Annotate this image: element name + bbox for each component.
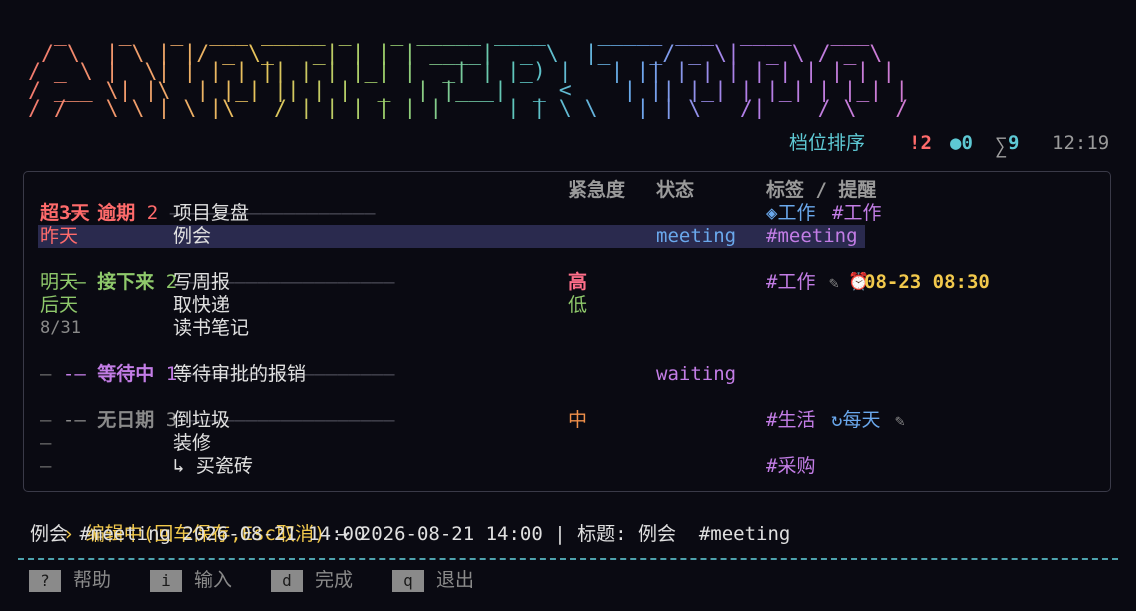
row-reminder: 08-23 08:30 xyxy=(864,271,990,293)
row-date: 超3天 xyxy=(40,202,90,224)
row-tag: ◈工作 xyxy=(766,202,816,224)
row-date: 8/31 xyxy=(40,318,81,338)
app-banner: _ _ _ ___ _____ _ _ _____ ____ _____ ___… xyxy=(28,24,921,119)
row-title[interactable]: 项目复盘 xyxy=(173,202,249,225)
done-key-label: 完成 xyxy=(315,569,354,591)
row-tag: #生活 xyxy=(766,409,816,431)
section-marker: -— xyxy=(62,409,86,431)
section-title: 等待中 xyxy=(97,363,155,385)
quit-key-label: 退出 xyxy=(436,569,475,591)
section-marker: -— xyxy=(62,363,86,385)
row-date: – xyxy=(40,432,52,454)
row-title[interactable]: 取快递 xyxy=(173,294,230,317)
input-key-label: 输入 xyxy=(194,569,233,591)
help-key[interactable]: ? xyxy=(29,570,61,592)
sigma-icon: ∑ xyxy=(995,134,1008,158)
row-tag: #采购 xyxy=(766,455,816,477)
row-title[interactable]: 读书笔记 xyxy=(173,317,249,340)
sort-mode-label: 档位排序 xyxy=(789,132,866,154)
row-urgency: 低 xyxy=(568,294,588,316)
footer-divider xyxy=(18,558,1118,560)
row-state: waiting xyxy=(656,363,737,385)
total-count-badge: 9 xyxy=(1008,132,1020,154)
clock-time: 12:19 xyxy=(1052,132,1110,154)
quit-key[interactable]: q xyxy=(392,570,424,592)
pencil-icon: ✎ xyxy=(895,411,905,430)
row-title[interactable]: 装修 xyxy=(173,432,211,455)
section-title: 无日期 xyxy=(97,409,155,431)
active-count-badge: ●0 xyxy=(950,132,973,154)
section-title: 逾期 xyxy=(97,202,136,224)
column-header-urgency: 紧急度 xyxy=(568,179,626,201)
row-tag: #工作 xyxy=(832,202,882,224)
edit-preview: 例会 #meeting 2026-08-21 14:00 xyxy=(30,523,366,545)
column-header-tags: 标签 / 提醒 xyxy=(766,179,877,201)
row-title[interactable]: ↳ 买瓷砖 xyxy=(173,455,253,478)
section-count: 2 xyxy=(146,202,159,224)
row-urgency: 中 xyxy=(568,409,588,431)
row-title[interactable]: 倒垃圾 xyxy=(173,409,230,432)
row-title[interactable]: 例会 xyxy=(173,225,211,248)
row-title[interactable]: 等待审批的报销 xyxy=(173,363,306,386)
help-key-label: 帮助 xyxy=(73,569,112,591)
selected-row-highlight xyxy=(38,225,865,248)
row-date: 后天 xyxy=(40,294,79,316)
row-date: – xyxy=(40,363,52,385)
overdue-count-badge: !2 xyxy=(909,132,932,154)
row-date: – xyxy=(40,409,52,431)
pencil-icon: ✎ xyxy=(829,273,839,292)
section-title: 接下来 xyxy=(97,271,155,293)
done-key[interactable]: d xyxy=(271,570,303,592)
repeat-icon: ↻每天 xyxy=(831,409,881,431)
input-key[interactable]: i xyxy=(150,570,182,592)
row-date: 明天 xyxy=(40,271,79,293)
row-state: meeting xyxy=(656,225,737,247)
column-header-state: 状态 xyxy=(656,179,695,201)
row-title[interactable]: 写周报 xyxy=(173,271,230,294)
edit-input[interactable]: → 2026-08-21 14:00 | 标题: 例会 #meeting xyxy=(325,523,791,545)
row-date: 昨天 xyxy=(40,225,79,247)
row-tag: #工作 xyxy=(766,271,816,293)
row-urgency: 高 xyxy=(568,271,588,293)
row-date: – xyxy=(40,455,52,477)
row-tag: #meeting xyxy=(766,225,858,247)
